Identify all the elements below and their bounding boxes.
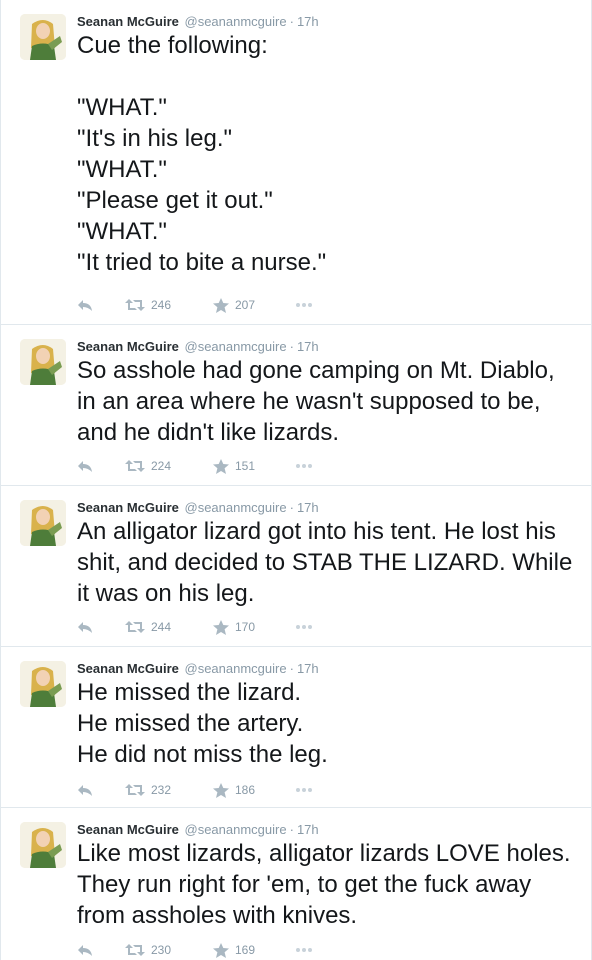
tweet[interactable]: Seanan McGuire @seananmcguire · 17h He mis… [1, 647, 592, 808]
reply-button[interactable] [77, 295, 93, 315]
more-dots-icon [296, 625, 312, 629]
avatar-illustration [20, 500, 66, 546]
star-icon [213, 458, 229, 474]
retweet-icon [125, 944, 145, 956]
author-handle[interactable]: @seananmcguire [185, 14, 287, 29]
more-dots-icon [296, 788, 312, 792]
tweet-header: Seanan McGuire @seananmcguire · 17h [77, 659, 319, 679]
tweet[interactable]: Seanan McGuire @seananmcguire · 17h So ass… [1, 325, 592, 486]
tweet-text: Cue the following: "WHAT." "It's in his … [77, 32, 327, 276]
retweet-button[interactable]: 244 [125, 617, 171, 637]
star-icon [213, 619, 229, 635]
reply-button[interactable] [77, 617, 93, 637]
favorite-button[interactable]: 207 [213, 295, 255, 315]
reply-icon [78, 945, 92, 956]
tweet[interactable]: Seanan McGuire @seananmcguire · 17h Cue th… [1, 0, 592, 325]
retweet-button[interactable]: 232 [125, 780, 171, 800]
author-handle[interactable]: @seananmcguire [185, 822, 287, 837]
reply-button[interactable] [77, 940, 93, 960]
author-handle[interactable]: @seananmcguire [185, 339, 287, 354]
retweet-button[interactable]: 224 [125, 456, 171, 476]
favorite-button[interactable]: 151 [213, 456, 255, 476]
retweet-icon [125, 299, 145, 311]
author-name[interactable]: Seanan McGuire [77, 339, 179, 354]
reply-button[interactable] [77, 780, 93, 800]
more-dots-icon [296, 303, 312, 307]
tweet[interactable]: Seanan McGuire @seananmcguire · 17h Like m… [1, 808, 592, 960]
favorite-count: 207 [235, 298, 256, 312]
retweet-count: 246 [151, 298, 172, 312]
more-button[interactable] [295, 295, 313, 315]
tweet-header: Seanan McGuire @seananmcguire · 17h [77, 498, 319, 518]
favorite-count: 151 [235, 459, 256, 473]
tweet-text: Like most lizards, alligator lizards LOV… [77, 840, 577, 929]
star-icon [213, 942, 229, 958]
tweet-timestamp[interactable]: 17h [297, 14, 319, 29]
tweet-text: So asshole had gone camping on Mt. Diabl… [77, 357, 562, 446]
tweet-timestamp[interactable]: 17h [297, 500, 319, 515]
tweet-text: He missed the lizard. He missed the arte… [77, 679, 328, 768]
tweet-text: An alligator lizard got into his tent. H… [77, 518, 579, 607]
author-name[interactable]: Seanan McGuire [77, 500, 179, 515]
retweet-count: 244 [151, 620, 172, 634]
more-dots-icon [296, 464, 312, 468]
author-name[interactable]: Seanan McGuire [77, 661, 179, 676]
favorite-count: 186 [235, 783, 256, 797]
tweet-header: Seanan McGuire @seananmcguire · 17h [77, 12, 319, 32]
avatar[interactable] [20, 822, 66, 868]
favorite-button[interactable]: 170 [213, 617, 255, 637]
meta-separator: · [289, 661, 294, 676]
tweet-header: Seanan McGuire @seananmcguire · 17h [77, 820, 319, 840]
avatar-illustration [20, 661, 66, 707]
avatar[interactable] [20, 14, 66, 60]
retweet-icon [125, 621, 145, 633]
tweet[interactable]: Seanan McGuire @seananmcguire · 17h An all… [1, 486, 592, 647]
meta-separator: · [289, 339, 294, 354]
reply-icon [78, 622, 92, 633]
author-name[interactable]: Seanan McGuire [77, 14, 179, 29]
meta-separator: · [289, 822, 294, 837]
meta-separator: · [289, 500, 294, 515]
favorite-count: 170 [235, 620, 256, 634]
more-button[interactable] [295, 617, 313, 637]
star-icon [213, 782, 229, 798]
author-handle[interactable]: @seananmcguire [185, 500, 287, 515]
retweet-count: 224 [151, 459, 172, 473]
tweet-timestamp[interactable]: 17h [297, 661, 319, 676]
tweet-header: Seanan McGuire @seananmcguire · 17h [77, 337, 319, 357]
more-button[interactable] [295, 940, 313, 960]
tweet-timestamp[interactable]: 17h [297, 339, 319, 354]
avatar-illustration [20, 14, 66, 60]
favorite-button[interactable]: 169 [213, 940, 255, 960]
retweet-button[interactable]: 246 [125, 295, 171, 315]
avatar-illustration [20, 339, 66, 385]
author-name[interactable]: Seanan McGuire [77, 822, 179, 837]
avatar[interactable] [20, 661, 66, 707]
more-dots-icon [296, 948, 312, 952]
retweet-icon [125, 784, 145, 796]
more-button[interactable] [295, 456, 313, 476]
avatar[interactable] [20, 500, 66, 546]
favorite-button[interactable]: 186 [213, 780, 255, 800]
meta-separator: · [289, 14, 294, 29]
avatar[interactable] [20, 339, 66, 385]
retweet-button[interactable]: 230 [125, 940, 171, 960]
reply-icon [78, 785, 92, 796]
author-handle[interactable]: @seananmcguire [185, 661, 287, 676]
more-button[interactable] [295, 780, 313, 800]
reply-icon [78, 300, 92, 311]
favorite-count: 169 [235, 943, 256, 957]
tweet-timestamp[interactable]: 17h [297, 822, 319, 837]
retweet-count: 230 [151, 943, 172, 957]
star-icon [213, 297, 229, 313]
reply-button[interactable] [77, 456, 93, 476]
retweet-icon [125, 460, 145, 472]
avatar-illustration [20, 822, 66, 868]
tweet-timeline: Seanan McGuire @seananmcguire · 17h Cue th… [0, 0, 592, 960]
reply-icon [78, 461, 92, 472]
retweet-count: 232 [151, 783, 172, 797]
